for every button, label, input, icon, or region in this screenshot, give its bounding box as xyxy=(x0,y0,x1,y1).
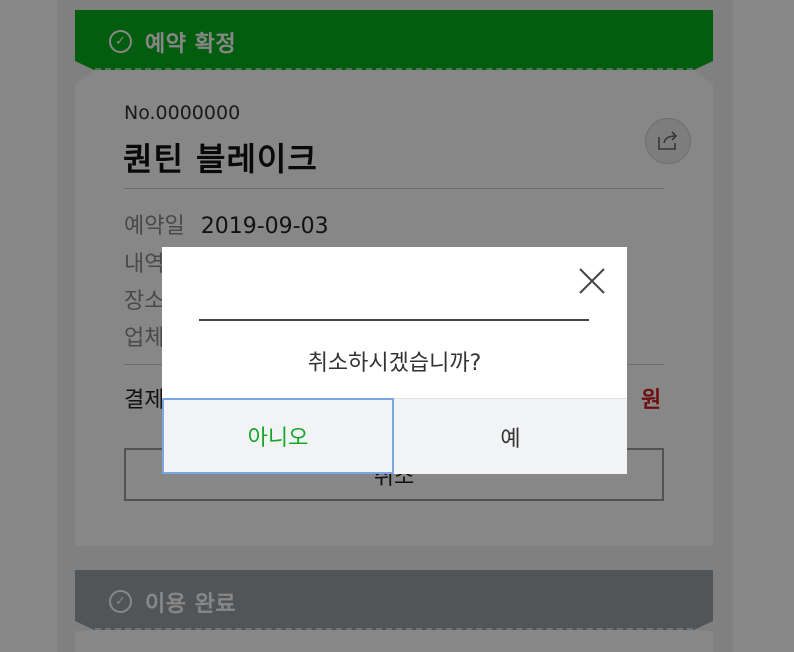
close-icon xyxy=(579,268,605,294)
dialog-message: 취소하시겠습니까? xyxy=(307,351,482,376)
close-button[interactable] xyxy=(576,265,608,297)
dialog-divider xyxy=(199,319,589,321)
no-button[interactable]: 아니오 xyxy=(162,398,394,474)
confirm-dialog: 취소하시겠습니까? 아니오 예 xyxy=(162,247,627,474)
yes-button[interactable]: 예 xyxy=(394,398,627,474)
